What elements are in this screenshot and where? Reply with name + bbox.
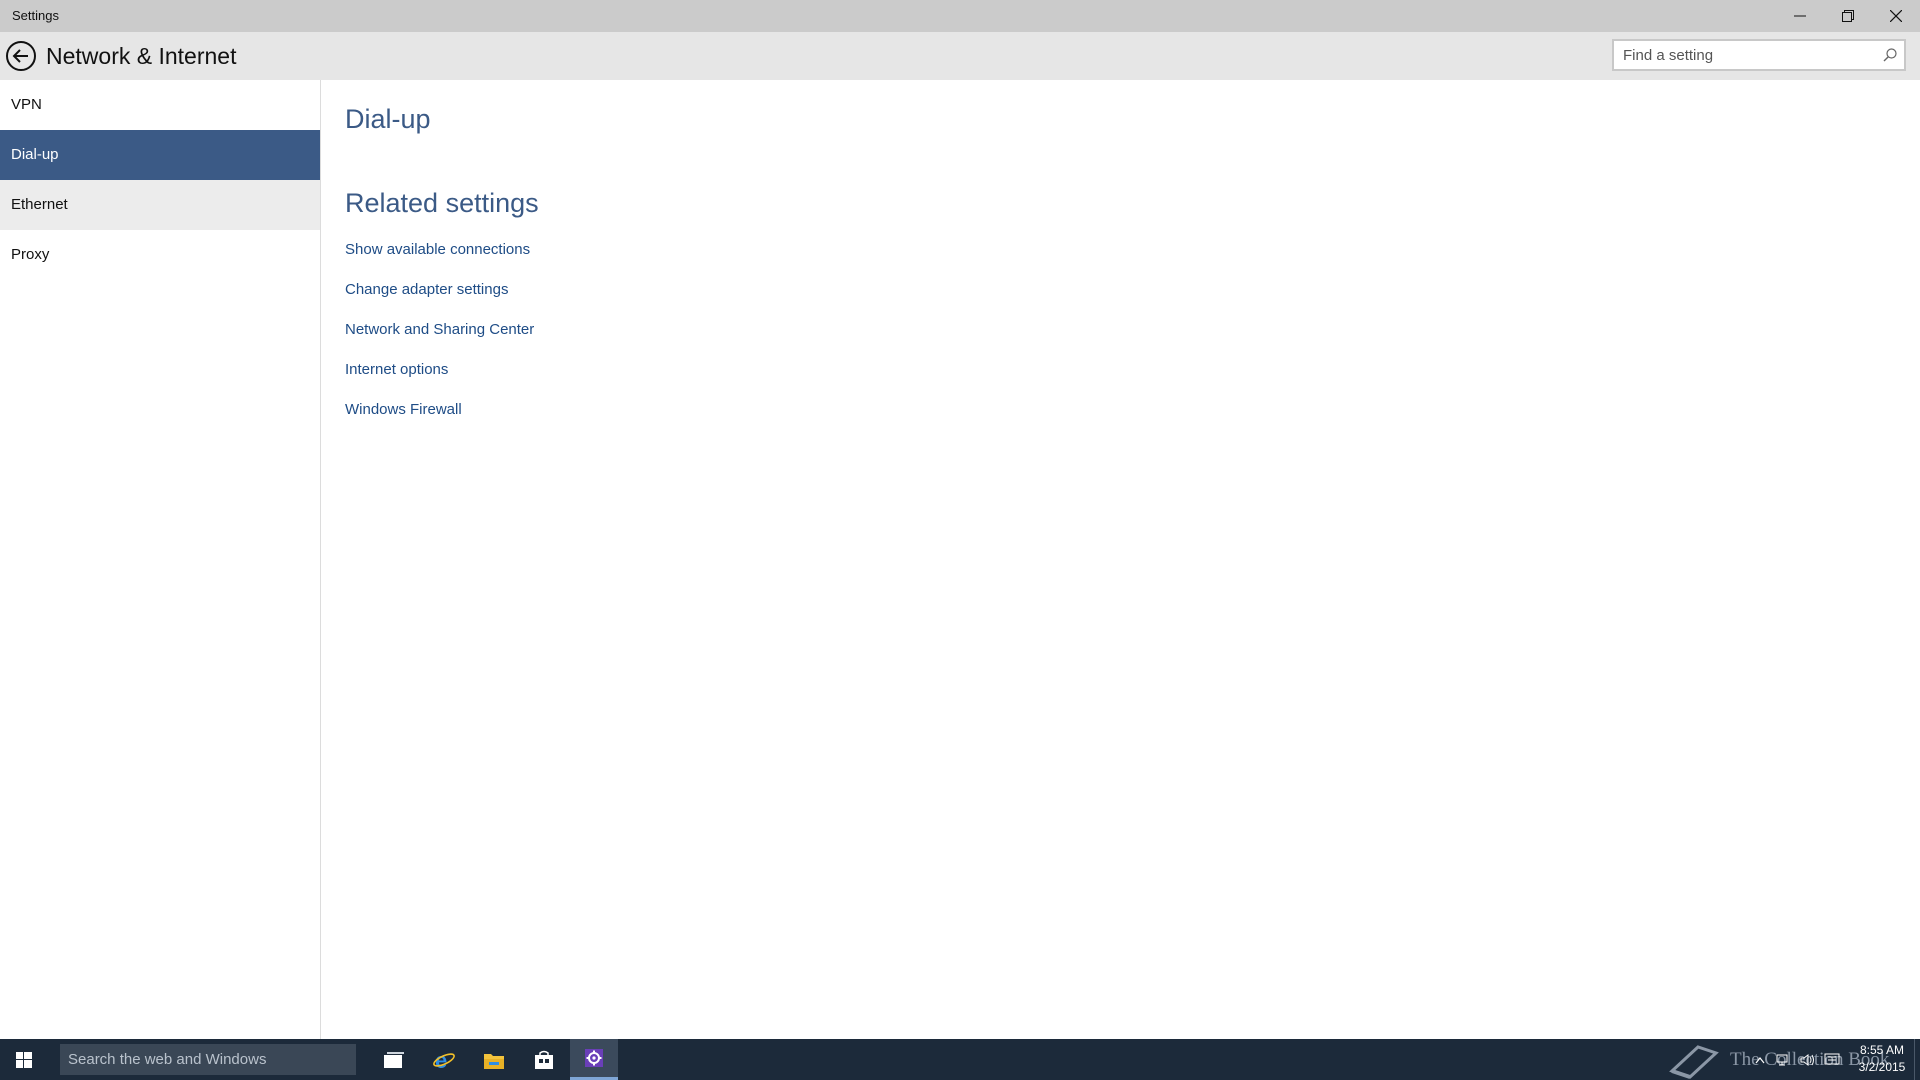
- system-tray: [1748, 1039, 1844, 1080]
- clock-time: 8:55 AM: [1859, 1043, 1905, 1057]
- settings-icon: [585, 1049, 603, 1067]
- restore-icon: [1841, 10, 1854, 22]
- settings-header: Network & Internet: [0, 32, 1920, 80]
- taskbar: Search the web and Windows e The Collect…: [0, 1039, 1920, 1080]
- store-button[interactable]: [520, 1039, 568, 1080]
- sidebar-item-vpn[interactable]: VPN: [0, 80, 320, 130]
- minimize-icon: [1793, 15, 1806, 17]
- sidebar: VPN Dial-up Ethernet Proxy: [0, 80, 321, 1039]
- back-button[interactable]: [4, 39, 38, 73]
- link-internet-options[interactable]: Internet options: [345, 361, 448, 378]
- link-network-sharing-center[interactable]: Network and Sharing Center: [345, 321, 534, 338]
- volume-tray-button[interactable]: [1796, 1039, 1820, 1080]
- show-hidden-icons-button[interactable]: [1748, 1039, 1772, 1080]
- find-setting-search[interactable]: [1612, 39, 1906, 71]
- task-view-button[interactable]: [370, 1039, 418, 1080]
- internet-explorer-icon: e: [433, 1048, 455, 1072]
- close-button[interactable]: [1872, 0, 1919, 32]
- settings-app-button[interactable]: [570, 1039, 618, 1080]
- windows-logo-icon: [16, 1051, 32, 1068]
- back-arrow-icon: [6, 41, 36, 71]
- section-title: Dial-up: [345, 104, 431, 134]
- sidebar-item-proxy[interactable]: Proxy: [0, 230, 320, 280]
- store-icon: [535, 1050, 553, 1069]
- search-icon[interactable]: [1882, 47, 1898, 63]
- find-setting-input[interactable]: [1614, 41, 1873, 69]
- restore-button[interactable]: [1824, 0, 1871, 32]
- sidebar-item-dial-up[interactable]: Dial-up: [0, 130, 320, 180]
- action-center-button[interactable]: [1820, 1039, 1844, 1080]
- link-show-available-connections[interactable]: Show available connections: [345, 241, 530, 258]
- internet-explorer-button[interactable]: e: [420, 1039, 468, 1080]
- clock-date: 3/2/2015: [1858, 1060, 1906, 1074]
- chevron-up-icon: [1755, 1056, 1765, 1063]
- taskbar-search-box[interactable]: Search the web and Windows: [60, 1044, 356, 1075]
- link-windows-firewall[interactable]: Windows Firewall: [345, 401, 462, 418]
- window-titlebar: Settings: [0, 0, 1920, 32]
- task-view-icon: [384, 1051, 404, 1068]
- sidebar-item-ethernet[interactable]: Ethernet: [0, 180, 320, 230]
- close-icon: [1889, 10, 1902, 22]
- minimize-button[interactable]: [1776, 0, 1823, 32]
- speaker-icon: [1800, 1053, 1814, 1066]
- show-desktop-button[interactable]: [1914, 1039, 1920, 1080]
- file-explorer-button[interactable]: [470, 1039, 518, 1080]
- network-tray-button[interactable]: [1772, 1039, 1796, 1080]
- file-explorer-icon: [484, 1053, 504, 1069]
- taskbar-clock[interactable]: 8:55 AM 3/2/2015: [1856, 1042, 1908, 1076]
- book-logo-icon: [1669, 1044, 1719, 1079]
- page-title: Network & Internet: [46, 43, 237, 69]
- notifications-icon: [1824, 1053, 1840, 1064]
- network-icon: [1776, 1054, 1788, 1065]
- window-title: Settings: [12, 8, 59, 23]
- start-button[interactable]: [0, 1039, 48, 1080]
- related-settings-title: Related settings: [345, 188, 539, 218]
- link-change-adapter-settings[interactable]: Change adapter settings: [345, 281, 508, 298]
